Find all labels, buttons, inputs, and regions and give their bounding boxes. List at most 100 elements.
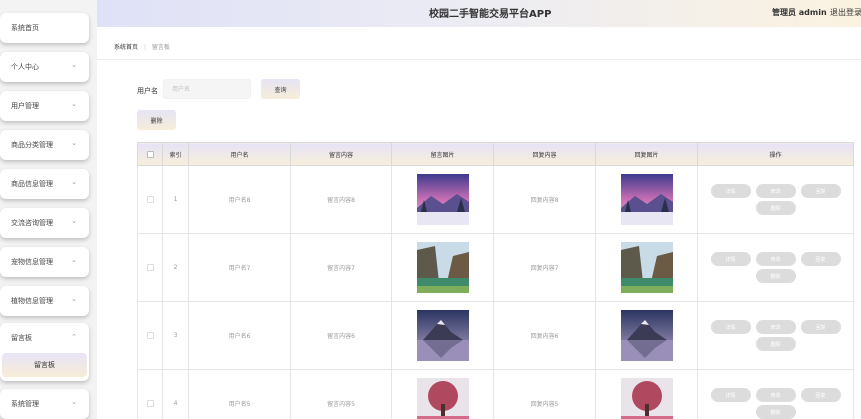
actions-cell: 详情 修改 回复 删除 (697, 301, 854, 370)
sidebar-item-label: 植物信息管理 (11, 297, 53, 305)
content-cell: 留言内容8 (290, 165, 392, 234)
index-cell: 4 (162, 369, 189, 419)
username-cell: 用户名7 (188, 233, 291, 302)
sidebar-item-label: 商品信息管理 (11, 180, 53, 188)
delete-button[interactable]: 删除 (755, 201, 796, 215)
admin-role-label: 管理员 admin (772, 8, 827, 17)
image-cell (391, 233, 494, 302)
reply-button[interactable]: 回复 (800, 320, 841, 334)
top-header: 校园二手智能交易平台APP 管理员 admin 退出登录 (97, 0, 861, 27)
username-cell: 用户名6 (188, 301, 291, 370)
edit-button[interactable]: 修改 (755, 388, 796, 402)
divider (97, 59, 861, 60)
column-header-image: 留言图片 (391, 142, 494, 166)
reply-cell: 回复内容6 (493, 301, 596, 370)
chevron-down-icon: ⌄ (71, 398, 77, 406)
column-header-index: 索引 (162, 142, 189, 166)
detail-button[interactable]: 详情 (710, 388, 751, 402)
sidebar-item-product-management[interactable]: 商品信息管理 ⌄ (0, 169, 89, 199)
username-search-label: 用户名 (137, 87, 158, 95)
edit-button[interactable]: 修改 (755, 320, 796, 334)
row-select-cell[interactable] (137, 369, 163, 419)
content-cell: 留言内容7 (290, 233, 392, 302)
reply-cell: 回复内容7 (493, 233, 596, 302)
winter-sunset-image (620, 174, 673, 225)
breadcrumb: 系统首页 | 留言板 (114, 42, 170, 51)
index-cell: 1 (162, 165, 189, 234)
table-row: 2 用户名7 留言内容7 回复内容7 详情 修改 回复 删除 (137, 233, 854, 302)
message-table: 索引 用户名 留言内容 留言图片 回复内容 回复图片 操作 1 用户名8 留言内… (137, 142, 854, 419)
mountain-lake-image (416, 310, 469, 361)
reply-button[interactable]: 回复 (800, 252, 841, 266)
index-cell: 2 (162, 233, 189, 302)
sidebar-item-user-management[interactable]: 用户管理 ⌄ (0, 91, 89, 121)
chevron-down-icon: ⌄ (71, 256, 77, 264)
chevron-down-icon: ⌄ (71, 178, 77, 186)
row-select-cell[interactable] (137, 165, 163, 234)
row-checkbox[interactable] (146, 264, 154, 271)
actions-cell: 详情 修改 回复 删除 (697, 165, 854, 234)
column-header-actions: 操作 (697, 142, 854, 166)
breadcrumb-home[interactable]: 系统首页 (114, 44, 138, 51)
reply-button[interactable]: 回复 (800, 184, 841, 198)
pink-tree-image (620, 378, 673, 419)
sidebar-item-label: 系统首页 (11, 24, 39, 32)
sidebar-item-home[interactable]: 系统首页 (0, 13, 89, 43)
content-cell: 留言内容5 (290, 369, 392, 419)
logout-link[interactable]: 退出登录 (830, 7, 861, 18)
breadcrumb-current: 留言板 (151, 44, 170, 51)
sidebar-subitem-message-board[interactable]: 留言板 (2, 353, 87, 377)
row-select-cell[interactable] (137, 301, 163, 370)
mountain-lake-image (620, 310, 673, 361)
table-row: 4 用户名5 留言内容5 回复内容5 详情 修改 回复 删除 (137, 369, 854, 419)
sidebar-item-category-management[interactable]: 商品分类管理 ⌄ (0, 130, 89, 160)
delete-button[interactable]: 删除 (755, 269, 796, 283)
sidebar-item-label: 个人中心 (11, 63, 39, 71)
column-header-reply-image: 回复图片 (595, 142, 698, 166)
image-cell (391, 369, 494, 419)
content-cell: 留言内容6 (290, 301, 392, 370)
breadcrumb-separator: | (143, 44, 146, 51)
chevron-down-icon: ⌄ (71, 139, 77, 147)
row-select-cell[interactable] (137, 233, 163, 302)
chevron-down-icon: ⌄ (71, 61, 77, 69)
row-checkbox[interactable] (146, 332, 154, 339)
reply-image-cell (595, 301, 698, 370)
index-cell: 3 (162, 301, 189, 370)
pink-tree-image (416, 378, 469, 419)
sidebar-item-plant-management[interactable]: 植物信息管理 ⌄ (0, 286, 89, 316)
edit-button[interactable]: 修改 (755, 252, 796, 266)
sidebar-item-system-management[interactable]: 系统管理 ⌄ (0, 389, 89, 419)
edit-button[interactable]: 修改 (755, 184, 796, 198)
sidebar-item-pet-management[interactable]: 宠物信息管理 ⌄ (0, 247, 89, 277)
actions-cell: 详情 修改 回复 删除 (697, 233, 854, 302)
select-all-checkbox[interactable] (146, 150, 154, 158)
reply-cell: 回复内容5 (493, 369, 596, 419)
sidebar-group-message-board[interactable]: 留言板 ⌃ 留言板 (0, 323, 89, 381)
row-checkbox[interactable] (146, 196, 154, 203)
sidebar-item-consult-management[interactable]: 交流咨询管理 ⌄ (0, 208, 89, 238)
reply-button[interactable]: 回复 (800, 388, 841, 402)
username-cell: 用户名5 (188, 369, 291, 419)
batch-delete-button[interactable]: 删除 (137, 110, 176, 130)
delete-button[interactable]: 删除 (755, 337, 796, 351)
select-all-cell[interactable] (137, 142, 163, 166)
sidebar-item-label: 商品分类管理 (11, 141, 53, 149)
table-row: 1 用户名8 留言内容8 回复内容8 详情 修改 回复 删除 (137, 165, 854, 234)
reply-image-cell (595, 369, 698, 419)
detail-button[interactable]: 详情 (710, 320, 751, 334)
detail-button[interactable]: 详情 (710, 252, 751, 266)
row-checkbox[interactable] (146, 400, 154, 407)
chevron-up-icon: ⌃ (71, 333, 77, 341)
query-button[interactable]: 查询 (261, 79, 300, 99)
username-search-input[interactable] (163, 79, 251, 99)
sidebar-item-label: 用户管理 (11, 102, 39, 110)
sidebar-item-label: 系统管理 (11, 400, 39, 408)
actions-cell: 详情 修改 回复 删除 (697, 369, 854, 419)
delete-button[interactable]: 删除 (755, 405, 796, 419)
winter-sunset-image (416, 174, 469, 225)
sidebar-item-personal-center[interactable]: 个人中心 ⌄ (0, 52, 89, 82)
sidebar: 系统首页 个人中心 ⌄ 用户管理 ⌄ 商品分类管理 ⌄ 商品信息管理 ⌄ 交流咨… (0, 0, 97, 419)
detail-button[interactable]: 详情 (710, 184, 751, 198)
canyon-lake-image (620, 242, 673, 293)
